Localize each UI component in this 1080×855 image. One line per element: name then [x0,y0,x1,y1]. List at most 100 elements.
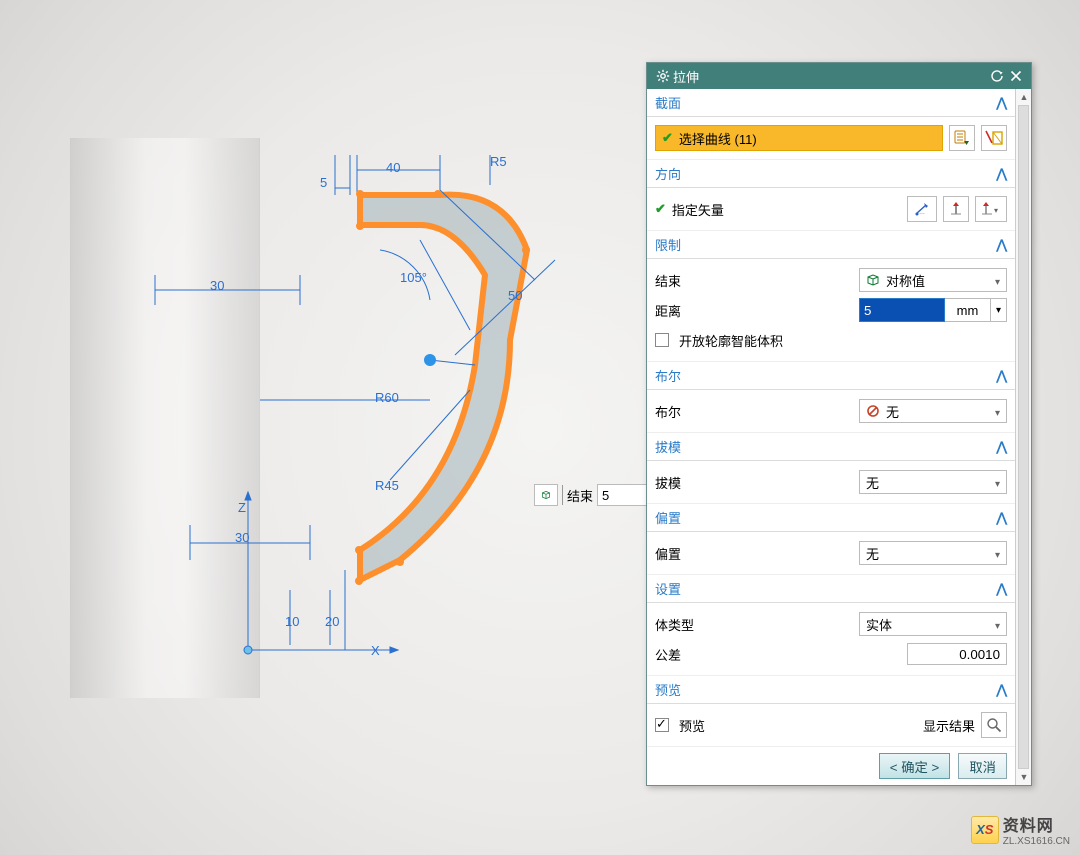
axis-x-label: X [371,643,380,658]
preview-checkbox[interactable] [655,718,669,732]
cancel-label: 取消 [969,760,996,775]
section-header-section[interactable]: 截面 ⋀ [647,89,1015,117]
section-title-limit: 限制 [655,235,681,254]
distance-label: 距离 [655,301,745,320]
gear-icon[interactable] [656,69,670,83]
dim-105deg[interactable]: 105° [400,270,427,285]
scroll-up-icon[interactable]: ▲ [1016,89,1032,105]
section-title-settings: 设置 [655,579,681,598]
axis-z-label: Z [238,500,246,515]
chevron-up-icon: ⋀ [996,95,1007,111]
svg-text:▾: ▾ [994,206,998,215]
preview-checklabel: 预览 [679,716,705,735]
distance-dropdown[interactable]: ▾ [991,298,1007,322]
section-title-draft: 拔模 [655,437,681,456]
boolean-label: 布尔 [655,402,745,421]
open-profile-label: 开放轮廓智能体积 [679,331,783,350]
cancel-button[interactable]: 取消 [958,753,1007,779]
ok-button[interactable]: < 确定 > [879,753,951,779]
show-result-label: 显示结果 [923,716,975,735]
section-header-settings[interactable]: 设置 ⋀ [647,575,1015,603]
distance-input[interactable] [859,298,945,322]
reverse-vector-button[interactable] [943,196,969,222]
direction-label: 指定矢量 [672,200,724,219]
floating-cube-icon[interactable] [534,484,558,506]
select-curve-label: 选择曲线 (11) [679,129,757,148]
dim-30-top[interactable]: 30 [210,278,224,293]
select-curve-field[interactable]: ✔ 选择曲线 (11) [655,125,943,151]
chevron-up-icon: ⋀ [996,581,1007,597]
section-title-boolean: 布尔 [655,366,681,385]
chevron-up-icon: ⋀ [996,439,1007,455]
dim-50[interactable]: 50 [508,288,522,303]
show-result-button[interactable] [981,712,1007,738]
check-icon: ✔ [662,130,673,146]
magnifier-icon [986,717,1002,733]
end-type-select[interactable]: 对称值 [859,268,1007,292]
sketch-viewport[interactable]: 40 5 R5 105° 30 50 R60 R45 30 10 20 X Z [90,130,650,723]
boolean-value: 无 [886,402,899,421]
section-header-direction[interactable]: 方向 ⋀ [647,160,1015,188]
check-icon: ✔ [655,201,666,217]
section-header-draft[interactable]: 拔模 ⋀ [647,433,1015,461]
ok-label: < 确定 > [890,760,940,775]
sketch-svg [90,130,650,720]
panel-title-text: 拉伸 [673,67,987,86]
offset-label: 偏置 [655,544,745,563]
section-header-preview[interactable]: 预览 ⋀ [647,676,1015,704]
scroll-thumb[interactable] [1018,105,1029,769]
dim-20[interactable]: 20 [325,614,339,629]
draft-label: 拔模 [655,473,745,492]
section-title-section: 截面 [655,93,681,112]
chevron-up-icon: ⋀ [996,368,1007,384]
section-header-boolean[interactable]: 布尔 ⋀ [647,362,1015,390]
section-title-direction: 方向 [655,164,681,183]
dim-30-bot[interactable]: 30 [235,530,249,545]
tolerance-label: 公差 [655,645,745,664]
dim-5[interactable]: 5 [320,175,327,190]
chevron-up-icon: ⋀ [996,237,1007,253]
watermark-url: ZL.XS1616.CN [1003,836,1070,847]
distance-unit[interactable]: mm [945,298,991,322]
watermark-name: 资料网 [1003,812,1070,836]
dim-r5[interactable]: R5 [490,154,507,169]
svg-text:…: … [919,210,925,216]
scroll-down-icon[interactable]: ▼ [1016,769,1032,785]
sketch-curve-button[interactable] [981,125,1007,151]
arc-center[interactable] [424,354,436,366]
dim-r60[interactable]: R60 [375,390,399,405]
dim-40[interactable]: 40 [386,160,400,175]
chevron-up-icon: ⋀ [996,682,1007,698]
extrude-panel: 拉伸 截面 ⋀ ✔ 选择曲线 (11) [646,62,1032,786]
open-profile-checkbox[interactable] [655,333,669,347]
cube-icon [866,273,880,287]
panel-scrollbar[interactable]: ▲ ▼ [1015,89,1031,785]
floating-end-label: 结束 [567,486,593,505]
curve-list-button[interactable] [949,125,975,151]
boolean-select[interactable]: 无 [859,399,1007,423]
close-icon[interactable] [1010,70,1022,82]
draft-value: 无 [866,473,879,492]
bodytype-label: 体类型 [655,615,745,634]
section-header-offset[interactable]: 偏置 ⋀ [647,504,1015,532]
tolerance-input[interactable] [907,643,1007,665]
bodytype-select[interactable]: 实体 [859,612,1007,636]
vector-pick-button[interactable]: … [907,196,937,222]
dim-10[interactable]: 10 [285,614,299,629]
section-title-offset: 偏置 [655,508,681,527]
section-header-limit[interactable]: 限制 ⋀ [647,231,1015,259]
offset-select[interactable]: 无 [859,541,1007,565]
end-type-value: 对称值 [886,271,925,290]
watermark-logo: XS [971,816,999,844]
bodytype-value: 实体 [866,615,892,634]
dim-r45[interactable]: R45 [375,478,399,493]
chevron-up-icon: ⋀ [996,510,1007,526]
chevron-up-icon: ⋀ [996,166,1007,182]
watermark: XS 资料网 ZL.XS1616.CN [971,812,1070,847]
panel-titlebar[interactable]: 拉伸 [647,63,1031,89]
draft-select[interactable]: 无 [859,470,1007,494]
vector-mode-button[interactable]: ▾ [975,196,1007,222]
profile-outline[interactable] [360,195,527,580]
reset-icon[interactable] [990,69,1004,83]
section-title-preview: 预览 [655,680,681,699]
